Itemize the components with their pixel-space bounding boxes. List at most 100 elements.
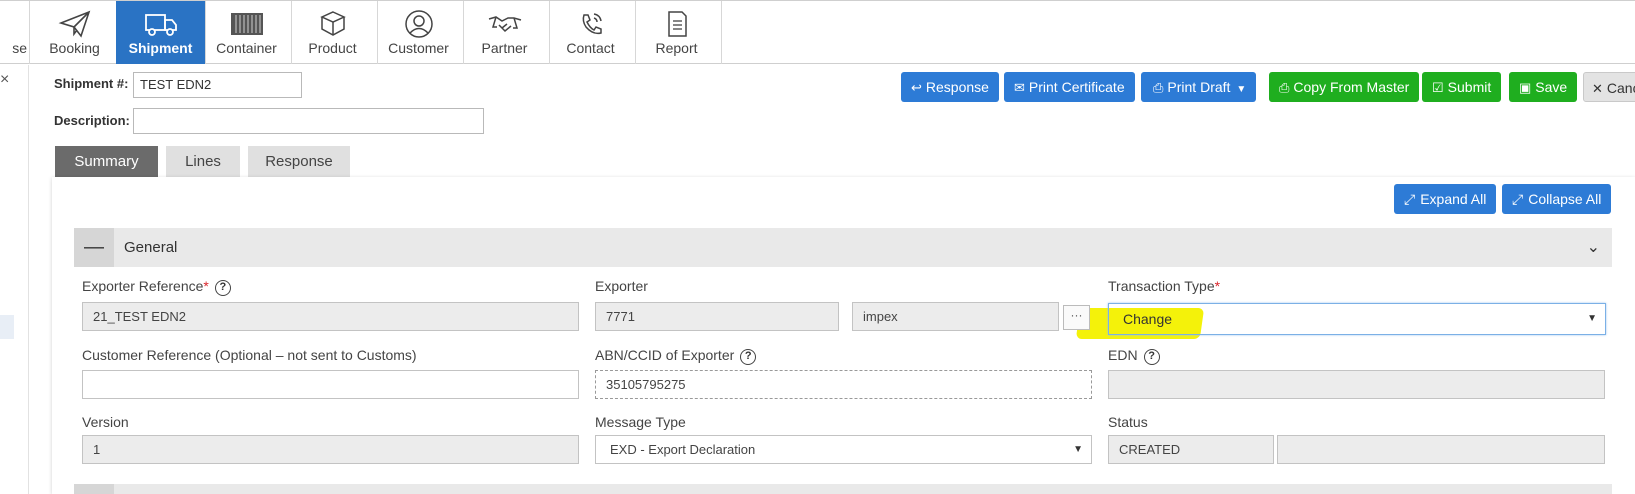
nav-item-product[interactable]: Product [288,1,378,64]
nav-item-report[interactable]: Report [632,1,722,64]
nav-item-label: Product [308,40,357,56]
transaction-type-label: Transaction Type* [1108,278,1220,294]
edn-field[interactable] [1108,370,1605,399]
exporter-lookup-button[interactable]: ··· [1063,305,1090,330]
nav-item-partner[interactable]: Partner [460,1,550,64]
nav-item-container[interactable]: Container [202,1,292,64]
handshake-icon [460,9,549,39]
chevron-down-icon: ▼ [1073,444,1083,455]
message-type-select[interactable]: EXD - Export Declaration ▼ [595,435,1092,464]
nav-item-label: Contact [566,40,615,56]
printer-icon: ⎙ [1153,80,1164,95]
tab-summary[interactable]: Summary [55,146,158,177]
section-title: General [124,239,178,256]
abn-ccid-label: ABN/CCID of Exporter? [595,347,757,365]
print-certificate-label: Print Certificate [1028,79,1125,95]
response-button[interactable]: ↩ Response [901,72,999,102]
paper-plane-icon [30,9,119,39]
left-sidebar: × [0,65,29,494]
abn-ccid-field[interactable]: 35105795275 [595,370,1092,399]
help-icon[interactable]: ? [214,280,231,296]
exporter-reference-field[interactable]: 21_TEST EDN2 [82,302,579,331]
nav-item-contact[interactable]: Contact [546,1,636,64]
print-certificate-button[interactable]: ✉ Print Certificate [1004,72,1135,102]
save-label: Save [1535,79,1568,95]
shipment-number-input[interactable]: TEST EDN2 [133,72,302,98]
nav-item-label: Container [216,40,277,56]
description-label: Description: [54,113,130,128]
exporter-reference-label: Exporter Reference*? [82,278,231,296]
close-icon[interactable]: × [0,71,9,89]
cancel-label: Canc [1606,80,1635,96]
nav-item-label: Booking [49,40,100,56]
document-icon [632,9,721,39]
user-icon [374,9,463,39]
reply-icon: ↩ [911,80,922,95]
nav-item-partial-label: se [12,40,27,56]
status-field[interactable]: CREATED [1108,435,1274,464]
collapse-all-button[interactable]: ⤢ Collapse All [1502,184,1612,214]
envelope-icon: ✉ [1014,80,1025,95]
chevron-down-icon: ▼ [1236,84,1247,95]
description-input[interactable] [133,108,484,134]
required-marker: * [1214,278,1221,294]
close-icon: ✕ [1592,81,1603,96]
truck-icon [116,9,205,39]
transaction-type-select[interactable]: Change ▼ [1108,303,1606,335]
tab-lines[interactable]: Lines [166,146,240,177]
exporter-label: Exporter [595,278,648,294]
sidebar-highlight[interactable] [0,315,14,339]
required-marker: * [203,278,209,294]
floppy-disk-icon: ▣ [1519,80,1532,95]
abn-ccid-label-text: ABN/CCID of Exporter [595,347,735,363]
nav-item-booking[interactable]: Booking [30,1,120,64]
nav-item-label: Shipment [128,40,193,56]
exporter-code-field[interactable]: 7771 [595,302,839,331]
customer-reference-field[interactable] [82,370,579,399]
message-type-label: Message Type [595,414,686,430]
expand-icon: ⤢ [1404,191,1416,207]
save-button[interactable]: ▣ Save [1509,72,1578,102]
general-section-header[interactable]: — General ⌄ [74,228,1612,267]
nav-item-customer[interactable]: Customer [374,1,464,64]
nav-item-label: Partner [481,40,528,56]
nav-item-label: Customer [388,40,449,56]
exporter-name-field[interactable]: impex [852,302,1059,331]
nav-item-shipment[interactable]: Shipment [116,1,206,64]
next-section-header[interactable] [74,484,1612,494]
box-icon [288,9,377,39]
collapse-all-label: Collapse All [1528,191,1602,207]
status-detail-field[interactable] [1277,435,1605,464]
printer-icon: ⎙ [1279,80,1290,95]
expand-all-label: Expand All [1420,191,1487,207]
chevron-down-icon[interactable]: ⌄ [1587,228,1600,267]
shipment-number-label: Shipment #: [54,76,129,91]
copy-from-master-button[interactable]: ⎙ Copy From Master [1269,72,1420,102]
print-draft-button[interactable]: ⎙ Print Draft ▼ [1141,72,1257,102]
transaction-type-value: Change [1123,311,1173,327]
check-square-icon: ☑ [1432,80,1444,95]
customer-reference-label: Customer Reference (Optional – not sent … [82,347,417,363]
expand-all-button[interactable]: ⤢ Expand All [1394,184,1497,214]
edn-label-text: EDN [1108,347,1138,363]
help-icon[interactable]: ? [1143,349,1160,365]
collapse-section-button[interactable] [74,484,114,494]
status-label: Status [1108,414,1148,430]
cancel-button[interactable]: ✕Canc [1583,72,1635,102]
submit-button[interactable]: ☑ Submit [1422,72,1502,102]
response-button-label: Response [925,79,989,95]
version-field[interactable]: 1 [82,435,579,464]
edn-label: EDN? [1108,347,1160,365]
help-icon[interactable]: ? [740,349,757,365]
version-label: Version [82,414,129,430]
tab-response[interactable]: Response [248,146,350,177]
collapse-section-button[interactable]: — [74,228,114,267]
transaction-type-label-text: Transaction Type [1108,278,1215,294]
exporter-reference-label-text: Exporter Reference [82,278,204,294]
nav-item-label: Report [655,40,698,56]
message-type-value: EXD - Export Declaration [610,442,756,457]
top-navigation: se Booking Shipment Container Product Cu… [0,0,1635,64]
copy-from-master-label: Copy From Master [1293,79,1410,95]
submit-label: Submit [1447,79,1492,95]
nav-item-partial[interactable]: se [0,1,30,64]
